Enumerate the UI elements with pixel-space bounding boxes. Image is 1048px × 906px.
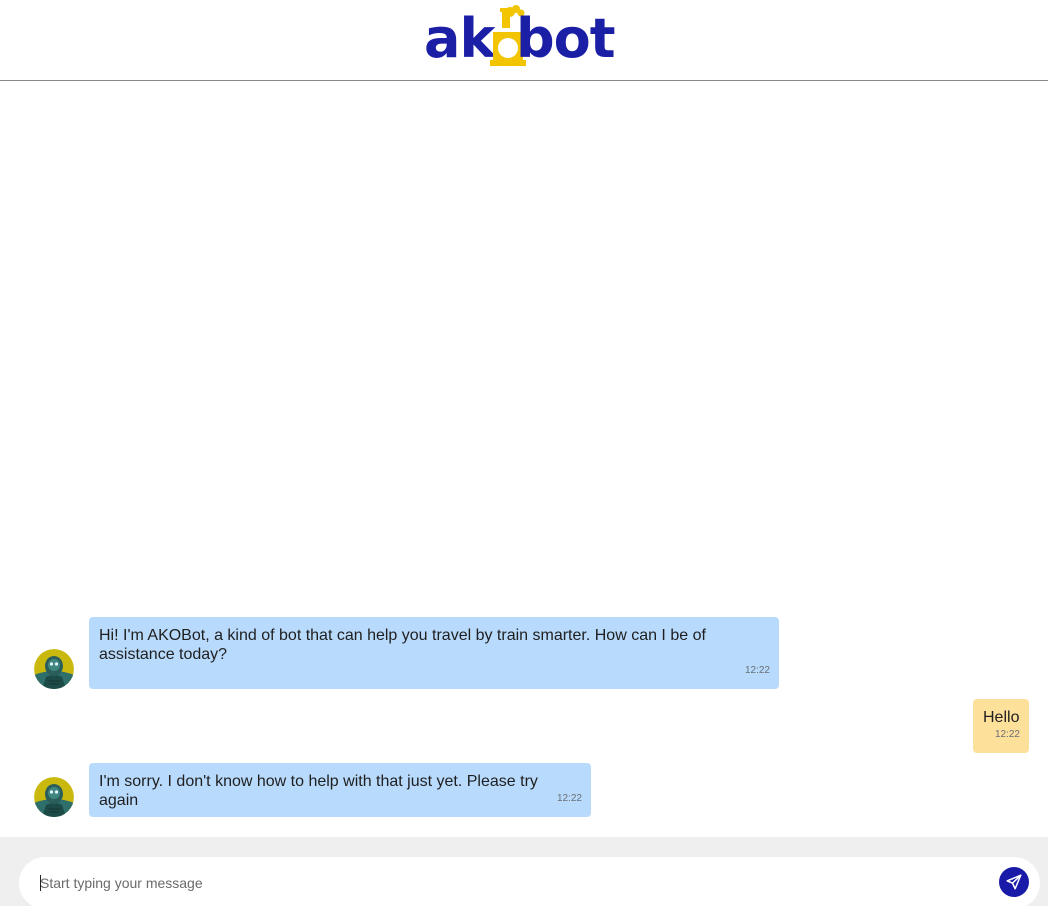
logo-text-ak: ak bbox=[424, 7, 495, 70]
paper-plane-icon bbox=[1006, 874, 1022, 890]
message-input[interactable] bbox=[40, 873, 980, 893]
bot-message-bubble: Hi! I'm AKOBot, a kind of bot that can h… bbox=[89, 617, 779, 689]
robot-avatar-icon bbox=[34, 649, 74, 689]
robot-avatar-icon bbox=[34, 777, 74, 817]
akobot-logo: ak bot bbox=[424, 2, 636, 70]
header: ak bot bbox=[0, 0, 1048, 81]
chat-app: ak bot Hi! I'm AKOBot, a kind of bot tha… bbox=[0, 0, 1048, 906]
composer-bar bbox=[0, 837, 1048, 906]
message-time: 12:22 bbox=[994, 729, 1020, 740]
user-message-bubble: Hello 12:22 bbox=[973, 699, 1029, 753]
bot-message-bubble: I'm sorry. I don't know how to help with… bbox=[89, 763, 591, 817]
logo-text-bot: bot bbox=[516, 7, 616, 70]
message-text: I'm sorry. I don't know how to help with… bbox=[99, 773, 538, 809]
message-time: 12:22 bbox=[556, 793, 582, 804]
text-caret bbox=[40, 875, 41, 891]
message-text: Hi! I'm AKOBot, a kind of bot that can h… bbox=[99, 627, 706, 663]
message-text: Hello bbox=[983, 709, 1020, 726]
message-input-container bbox=[19, 857, 1040, 906]
message-time: 12:22 bbox=[744, 665, 770, 676]
send-button[interactable] bbox=[999, 867, 1029, 897]
